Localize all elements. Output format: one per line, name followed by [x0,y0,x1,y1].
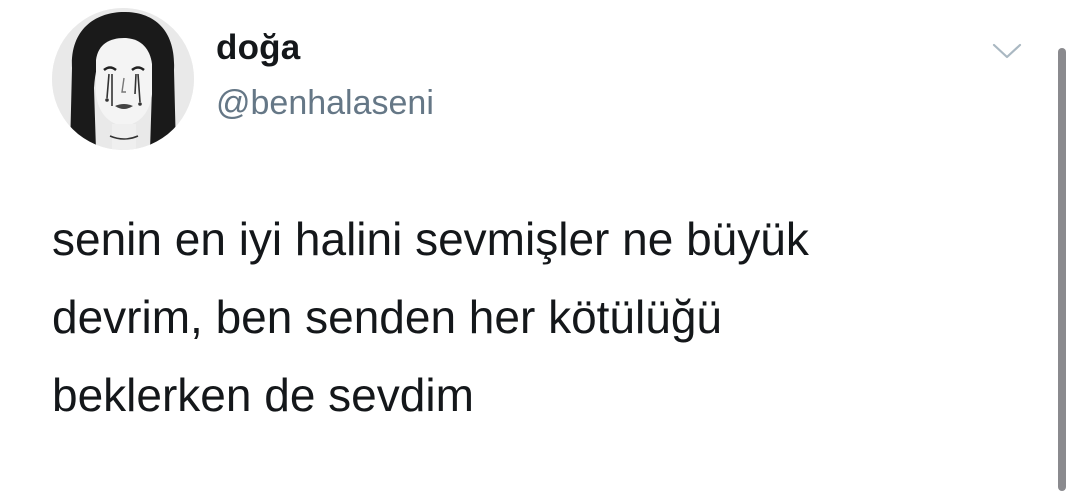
tweet-text-line: devrim, ben senden her kötülüğü [52,291,722,343]
user-handle[interactable]: @benhalaseni [216,86,434,120]
avatar[interactable] [52,8,194,150]
tweet-text: senin en iyi halini sevmişler ne büyük d… [52,200,1012,434]
tweet-text-line: beklerken de sevdim [52,369,474,421]
avatar-illustration [52,8,194,150]
tweet-card: doğa @benhalaseni senin en iyi halini se… [0,0,1073,491]
tweet-text-line: senin en iyi halini sevmişler ne büyük [52,213,809,265]
display-name[interactable]: doğa [216,30,300,65]
chevron-down-icon[interactable] [990,40,1024,62]
scrollbar[interactable] [1058,48,1066,491]
